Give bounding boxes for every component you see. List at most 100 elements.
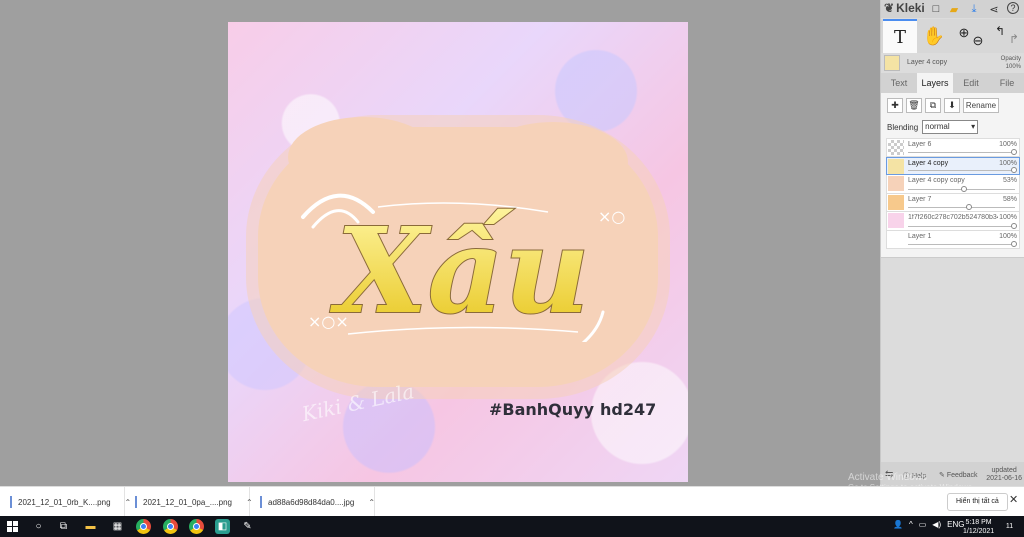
layer-row[interactable]: Layer 4 copy copy 53% [886, 175, 1020, 194]
layer-row[interactable]: Layer 4 copy 100% [886, 156, 1020, 175]
redo-icon[interactable]: ↱ [1007, 31, 1021, 47]
undo-icon[interactable]: ↰ [993, 23, 1007, 39]
chrome-icon[interactable] [136, 519, 151, 534]
layer-opacity: 53% [1002, 177, 1017, 184]
app-name: Kleki [896, 1, 925, 15]
duplicate-icon: ⧉ [929, 100, 937, 110]
download-item[interactable]: 2021_12_01_0rb_K....png ⌃ [0, 487, 131, 517]
layer-name: Layer 7 [908, 195, 932, 203]
blending-select[interactable]: normal [922, 120, 979, 134]
download-item[interactable]: ad88a6d98d84da0....jpg ⌃ [250, 487, 375, 517]
chevron-up-icon[interactable]: ^ [909, 520, 913, 529]
layer-thumbnail [888, 176, 904, 191]
network-icon[interactable]: ▭ [919, 520, 927, 529]
input-language[interactable]: ENG [947, 520, 964, 529]
merge-layer-button[interactable]: ⬇ [944, 98, 960, 113]
zoom-in-icon[interactable]: ⊕ [957, 25, 971, 41]
tool-row: T ✋ ⊕ ⊖ ↰ ↱ [881, 19, 1024, 53]
updated-date: 2021-06-16 [986, 475, 1022, 482]
layer-thumbnail [888, 158, 904, 174]
open-folder-icon[interactable]: ▰ [947, 2, 961, 16]
notification-count: 11 [1005, 523, 1014, 530]
volume-icon[interactable]: ◀) [932, 520, 941, 529]
layer-list: Layer 6 100% Layer 4 copy 100% Layer 4 copy … [886, 138, 1020, 249]
slider-handle[interactable] [1011, 241, 1017, 247]
layer-opacity-slider[interactable] [908, 185, 1015, 192]
file-icon [135, 496, 137, 508]
tab-file[interactable]: File [989, 73, 1024, 93]
hand-tool-button[interactable]: ✋ [919, 19, 949, 53]
tab-layers[interactable]: Layers [917, 73, 953, 93]
tab-text[interactable]: Text [881, 73, 917, 93]
panel-header: ❦ Kleki □ ▰ ⤓ ⋖ ? [881, 0, 1024, 18]
slider-handle[interactable] [960, 185, 967, 192]
layer-opacity: 100% [999, 159, 1017, 167]
zoom-out-icon[interactable]: ⊖ [971, 33, 985, 49]
search-icon[interactable]: ○ [31, 519, 46, 534]
rename-button[interactable]: Rename [963, 98, 999, 113]
layer-opacity-slider[interactable] [908, 222, 1017, 229]
layer-row[interactable]: 1f7f260c278c702b524780b34 100% [886, 212, 1020, 231]
add-layer-button[interactable]: ✚ [887, 98, 903, 113]
artwork-canvas[interactable]: Xấu ×○ ×○× Kiki & Lala #BanhQuyy hd247 [228, 22, 688, 482]
canvas-area[interactable]: Xấu ×○ ×○× Kiki & Lala #BanhQuyy hd247 [0, 0, 880, 486]
art-caption: #BanhQuyy hd247 [228, 396, 688, 422]
layer-opacity-slider[interactable] [908, 148, 1017, 155]
task-view-icon[interactable]: ⧉ [56, 519, 71, 534]
download-icon[interactable]: ⤓ [967, 2, 981, 16]
delete-layer-button[interactable]: 🗑 [906, 98, 922, 113]
blending-label: Blending [887, 122, 919, 132]
person-icon[interactable]: 👤 [893, 520, 903, 529]
download-item[interactable]: 2021_12_01_0pa_....png ⌃ [125, 487, 253, 517]
clock[interactable]: 5:18 PM 1/12/2021 [963, 518, 994, 536]
updated-label: updated [991, 467, 1017, 474]
app-icon[interactable]: ◧ [215, 519, 230, 534]
app-logo[interactable]: ❦ Kleki [884, 1, 925, 15]
slider-handle[interactable] [966, 204, 973, 210]
layer-buttons: ✚ 🗑 ⧉ ⬇ Rename [887, 98, 999, 113]
tab-edit[interactable]: Edit [953, 73, 989, 93]
share-icon[interactable]: ⋖ [987, 2, 1001, 16]
system-tray: 👤 ^ ▭ ◀) ENG [893, 520, 964, 529]
layer-thumbnail [888, 213, 904, 228]
show-all-button[interactable]: Hiển thị tất cả [947, 493, 1008, 511]
art-handle: hd247 [600, 400, 657, 419]
layer-opacity-slider[interactable] [908, 204, 1015, 210]
slider-handle[interactable] [1011, 167, 1017, 173]
blending-row: Blending normal [887, 120, 979, 134]
layer-opacity: 100% [999, 214, 1017, 221]
text-tool-button[interactable]: T [883, 19, 917, 53]
layer-thumbnail [888, 231, 904, 247]
chevron-up-icon[interactable]: ⌃ [368, 498, 375, 507]
opacity-label: Opacity [1000, 56, 1021, 62]
download-filename: ad88a6d98d84da0....jpg [268, 497, 355, 507]
art-lettering: Xấu ×○ ×○× [301, 193, 625, 342]
current-layer-info: Layer 4 copy Opacity 100% [881, 53, 1024, 73]
notification-icon[interactable]: 11 [1002, 519, 1017, 534]
paint-app-icon[interactable]: ✎ [240, 519, 255, 534]
chrome-profile-icon[interactable] [163, 519, 178, 534]
chrome-profile-icon[interactable] [189, 519, 204, 534]
close-icon[interactable]: ✕ [1009, 493, 1018, 506]
current-layer-name: Layer 4 copy [907, 59, 948, 66]
slider-handle[interactable] [1011, 148, 1017, 155]
current-layer-opacity: Opacity 100% [1001, 55, 1021, 71]
file-explorer-icon[interactable]: ▬ [83, 519, 98, 534]
layer-name: Layer 1 [908, 232, 932, 240]
svg-text:×○: ×○ [598, 207, 625, 226]
layer-opacity-slider[interactable] [908, 241, 1017, 247]
layer-row[interactable]: Layer 7 58% [886, 193, 1020, 212]
duplicate-layer-button[interactable]: ⧉ [925, 98, 941, 113]
new-file-icon[interactable]: □ [929, 2, 943, 16]
download-filename: 2021_12_01_0pa_....png [143, 497, 232, 507]
opacity-value: 100% [1005, 64, 1021, 70]
layer-opacity-slider[interactable] [908, 167, 1017, 173]
slider-handle[interactable] [1011, 222, 1017, 229]
help-icon[interactable]: ? [1007, 2, 1019, 14]
layer-opacity: 58% [1002, 195, 1017, 203]
calculator-icon[interactable]: ▦ [110, 519, 125, 534]
layer-row[interactable]: Layer 1 100% [886, 230, 1020, 249]
windows-start-icon[interactable] [5, 519, 20, 534]
layer-name: Layer 6 [908, 141, 932, 148]
layer-row[interactable]: Layer 6 100% [886, 138, 1020, 157]
